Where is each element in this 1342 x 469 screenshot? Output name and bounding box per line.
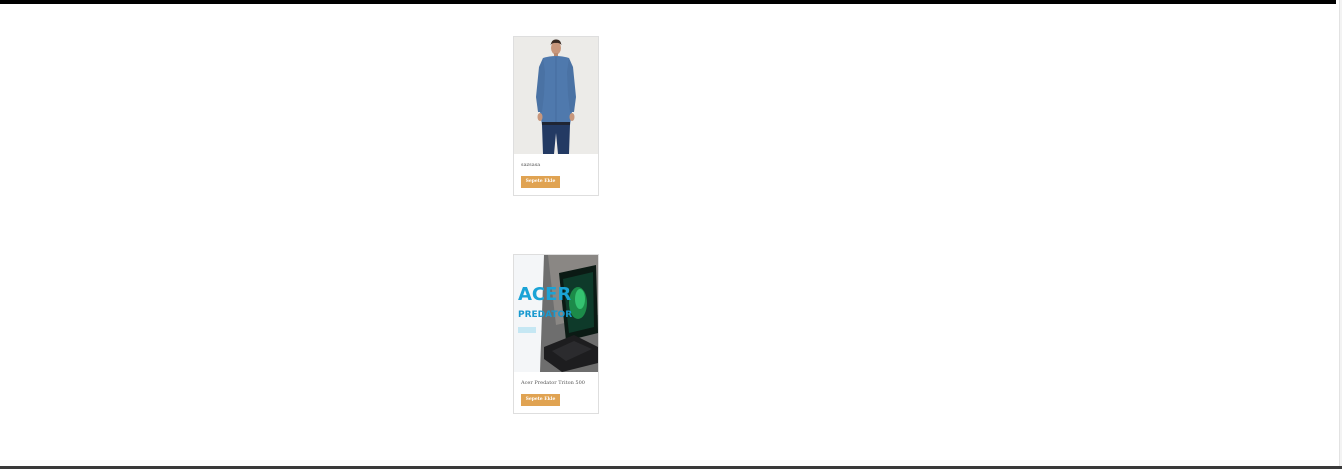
acer-predator-laptop-photo: ACER PREDATOR [514,255,598,372]
product-title[interactable]: Acer Predator Triton 500 [521,380,585,386]
add-to-cart-button[interactable]: Sepete Ekle [521,394,560,406]
top-bar [0,0,1336,4]
product-title[interactable]: sazsasa [521,162,540,168]
product-card[interactable]: ACER PREDATOR Acer Predator Triton 500 S… [513,254,599,414]
predator-wordmark: PREDATOR [518,310,572,320]
product-image-man-shirt[interactable] [514,37,598,154]
add-to-cart-button[interactable]: Sepete Ekle [521,176,560,188]
product-card[interactable]: sazsasa Sepete Ekle [513,36,599,196]
product-image-laptop[interactable]: ACER PREDATOR [514,255,598,372]
brand-wordmark: ACER [518,284,571,305]
man-blue-shirt-photo [514,37,598,154]
